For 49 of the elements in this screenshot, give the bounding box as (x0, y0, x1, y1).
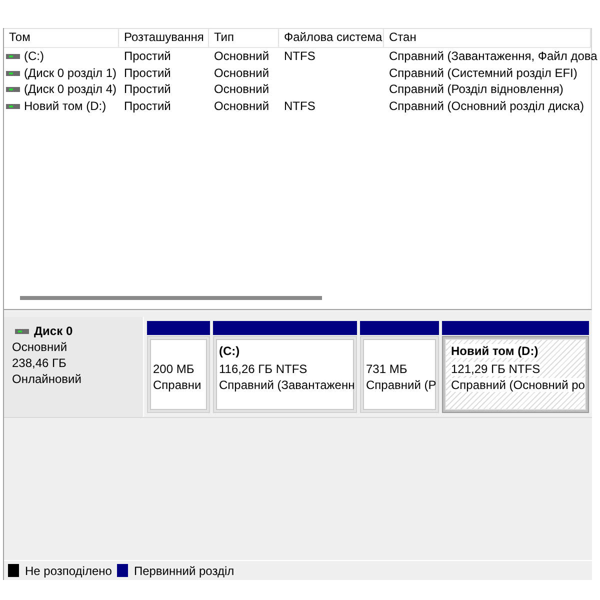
partition-bar (147, 321, 210, 335)
table-cell: (Диск 0 розділ 4) (24, 81, 117, 98)
partition-size: 731 МБ (366, 362, 408, 376)
partition-tile[interactable]: 200 МБ Справни (147, 336, 210, 413)
table-cell: (C:) (24, 48, 44, 65)
table-cell: Справний (Основний розділ диска) (389, 98, 584, 115)
partition-size: 121,29 ГБ NTFS (451, 362, 540, 376)
partition-status: Справни (153, 378, 202, 392)
table-cell: Справний (Системний розділ EFI) (389, 64, 578, 82)
disk-type: Основний (12, 339, 68, 355)
legend-label: Первинний розділ (134, 564, 234, 578)
table-cell: Основний (214, 81, 270, 98)
table-cell: Основний (214, 48, 270, 65)
partition-name: Новий том (D:) (451, 344, 538, 358)
table-cell: Простий (124, 98, 171, 115)
table-cell: (Диск 0 розділ 1) (24, 64, 117, 82)
drive-icon (6, 104, 20, 109)
scrollbar-thumb[interactable] (20, 296, 322, 300)
partition-name: (C:) (219, 344, 240, 358)
table-cell: Основний (214, 98, 270, 115)
column-header[interactable]: Том (4, 29, 119, 47)
column-header[interactable]: Розташування (119, 29, 209, 47)
table-cell: Основний (214, 64, 270, 82)
column-header[interactable]: Стан (384, 29, 591, 47)
table-cell: Справний (Завантаження, Файл дова (389, 48, 598, 65)
legend-label: Не розподілено (25, 564, 112, 578)
drive-icon (6, 54, 20, 59)
table-cell: NTFS (284, 48, 316, 65)
disk-size: 238,46 ГБ (12, 355, 66, 371)
table-cell: Новий том (D:) (24, 98, 106, 115)
disk-status: Онлайновий (12, 371, 82, 387)
drive-icon (6, 70, 20, 76)
partition-status: Справний (Основний ро (451, 378, 585, 392)
column-header[interactable]: Файлова система (279, 29, 384, 47)
table-cell: Простий (124, 48, 171, 65)
table-cell: Простий (124, 64, 171, 82)
table-cell: NTFS (284, 98, 316, 115)
partition-status: Справний (Р (366, 378, 436, 392)
partition-status: Справний (Завантаженн (219, 378, 355, 392)
table-cell: Простий (124, 81, 171, 98)
table-cell: Справний (Розділ відновлення) (389, 81, 564, 98)
partition-size: 116,26 ГБ NTFS (219, 362, 308, 376)
column-header[interactable]: Тип (209, 29, 279, 47)
partition-tile[interactable]: 731 МБ Справний (Р (360, 336, 439, 413)
partition-tile[interactable]: Новий том (D:) 121,29 ГБ NTFS Справний (Основний ро (442, 336, 589, 413)
disk-name: Диск 0 (34, 324, 73, 338)
partition-tile[interactable]: (C:) 116,26 ГБ NTFS Справний (Завантаженн (213, 336, 357, 413)
partition-size: 200 МБ (153, 362, 194, 376)
drive-icon (6, 87, 20, 92)
